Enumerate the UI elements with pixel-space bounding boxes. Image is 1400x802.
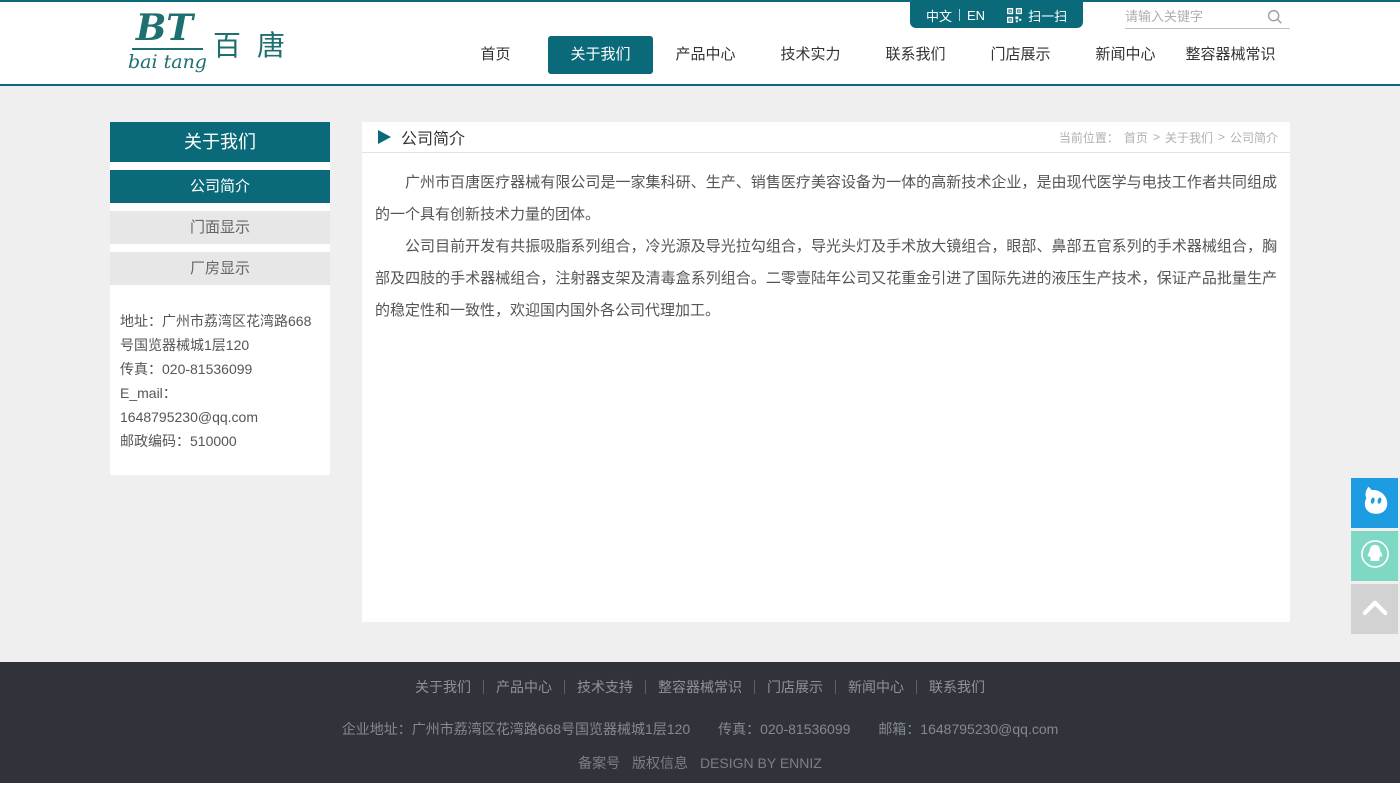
main-nav: 首页 关于我们 产品中心 技术实力 联系我们 门店展示 新闻中心 整容器械常识 (443, 36, 1283, 74)
chevron-up-icon (1356, 590, 1394, 629)
breadcrumb-prefix: 当前位置： (1059, 129, 1119, 146)
logo-initials: BT (132, 10, 203, 50)
contact-address: 地址：广州市荔湾区花湾路668号国览器械城1层120 (120, 309, 320, 357)
nav-item-about[interactable]: 关于我们 (548, 36, 653, 74)
nav-item-tech[interactable]: 技术实力 (758, 36, 863, 74)
footer-email: 邮箱：1648795230@qq.com (878, 721, 1058, 737)
back-to-top-button[interactable] (1351, 584, 1398, 634)
main-panel-header: 公司简介 当前位置： 首页 > 关于我们 > 公司简介 (362, 122, 1290, 153)
footer-link-stores[interactable]: 门店展示 (755, 677, 835, 697)
header: BT bai tang 百唐 中文 EN (0, 0, 1400, 86)
article-paragraph: 广州市百唐医疗器械有限公司是一家集科研、生产、销售医疗美容设备为一体的高新技术企… (375, 167, 1277, 231)
footer-company-info: 企业地址：广州市荔湾区花湾路668号国览器械城1层120 传真：020-8153… (0, 719, 1400, 739)
sidebar-item-company-profile[interactable]: 公司简介 (110, 170, 330, 203)
footer-link-products[interactable]: 产品中心 (484, 677, 564, 697)
nav-item-knowledge[interactable]: 整容器械常识 (1178, 36, 1283, 74)
footer-icp-link[interactable]: 备案号 (578, 755, 620, 771)
topbar-badge: 中文 EN 扫一扫 (910, 2, 1083, 28)
lang-divider (959, 9, 960, 21)
brand-logo[interactable]: BT bai tang 百唐 (128, 10, 301, 73)
lang-zh-link[interactable]: 中文 (926, 6, 952, 25)
footer-link-support[interactable]: 技术支持 (565, 677, 645, 697)
footer-fax: 传真：020-81536099 (718, 721, 850, 737)
sidebar-item-storefront[interactable]: 门面显示 (110, 211, 330, 244)
footer-copyright: 备案号 版权信息 DESIGN BY ENNIZ (0, 753, 1400, 773)
footer: 关于我们 产品中心 技术支持 整容器械常识 门店展示 新闻中心 联系我们 企业地… (0, 662, 1400, 783)
nav-item-home[interactable]: 首页 (443, 36, 548, 74)
sidebar-title: 关于我们 (110, 122, 330, 162)
page-title: 公司简介 (401, 125, 465, 149)
contact-fax: 传真：020-81536099 (120, 357, 320, 381)
footer-link-contact[interactable]: 联系我们 (917, 677, 997, 697)
footer-link-knowledge[interactable]: 整容器械常识 (646, 677, 754, 697)
logo-chinese-name: 百唐 (213, 24, 301, 64)
qr-code-icon[interactable] (1007, 8, 1022, 23)
footer-link-news[interactable]: 新闻中心 (836, 677, 916, 697)
contact-email-label: E_mail： (120, 381, 320, 405)
breadcrumb-about-link[interactable]: 关于我们 (1165, 129, 1213, 146)
floating-toolbar (1351, 478, 1398, 637)
footer-address: 企业地址：广州市荔湾区花湾路668号国览器械城1层120 (342, 721, 691, 737)
search-icon[interactable] (1265, 7, 1285, 27)
contact-postcode: 邮政编码：510000 (120, 429, 320, 453)
section-arrow-icon (378, 130, 391, 144)
breadcrumb: 当前位置： 首页 > 关于我们 > 公司简介 (1059, 129, 1278, 146)
breadcrumb-separator: > (1153, 130, 1160, 144)
footer-copyright-text: 版权信息 (632, 755, 688, 771)
search-input[interactable] (1125, 9, 1265, 24)
search-box (1125, 5, 1290, 29)
breadcrumb-current: 公司简介 (1230, 129, 1278, 146)
sidebar-contact-info: 地址：广州市荔湾区花湾路668号国览器械城1层120 传真：020-815360… (110, 285, 330, 457)
sidebar: 关于我们 公司简介 门面显示 厂房显示 地址：广州市荔湾区花湾路668号国览器械… (110, 122, 330, 475)
logo-left: BT bai tang (128, 10, 207, 73)
page: BT bai tang 百唐 中文 EN (0, 0, 1400, 802)
contact-email-value: 1648795230@qq.com (120, 405, 320, 429)
footer-link-about[interactable]: 关于我们 (403, 677, 483, 697)
wangwang-chat-icon (1357, 483, 1393, 524)
qq-penguin-icon (1356, 535, 1394, 578)
nav-item-products[interactable]: 产品中心 (653, 36, 758, 74)
article-body: 广州市百唐医疗器械有限公司是一家集科研、生产、销售医疗美容设备为一体的高新技术企… (362, 153, 1290, 341)
main-panel: 公司简介 当前位置： 首页 > 关于我们 > 公司简介 广州市百唐医疗器械有限公… (362, 122, 1290, 622)
qq-contact-button[interactable] (1351, 531, 1398, 581)
wangwang-chat-button[interactable] (1351, 478, 1398, 528)
nav-item-contact[interactable]: 联系我们 (863, 36, 968, 74)
breadcrumb-separator: > (1218, 130, 1225, 144)
lang-en-link[interactable]: EN (967, 8, 985, 23)
nav-item-stores[interactable]: 门店展示 (968, 36, 1073, 74)
breadcrumb-home-link[interactable]: 首页 (1124, 129, 1148, 146)
logo-pinyin: bai tang (128, 51, 207, 73)
scan-label[interactable]: 扫一扫 (1028, 6, 1067, 25)
footer-nav: 关于我们 产品中心 技术支持 整容器械常识 门店展示 新闻中心 联系我们 (0, 662, 1400, 697)
nav-item-news[interactable]: 新闻中心 (1073, 36, 1178, 74)
sidebar-item-factory[interactable]: 厂房显示 (110, 252, 330, 285)
article-paragraph: 公司目前开发有共振吸脂系列组合，冷光源及导光拉勾组合，导光头灯及手术放大镜组合，… (375, 231, 1277, 327)
content-area: 关于我们 公司简介 门面显示 厂房显示 地址：广州市荔湾区花湾路668号国览器械… (0, 86, 1400, 662)
footer-design-credit: DESIGN BY ENNIZ (700, 755, 822, 771)
